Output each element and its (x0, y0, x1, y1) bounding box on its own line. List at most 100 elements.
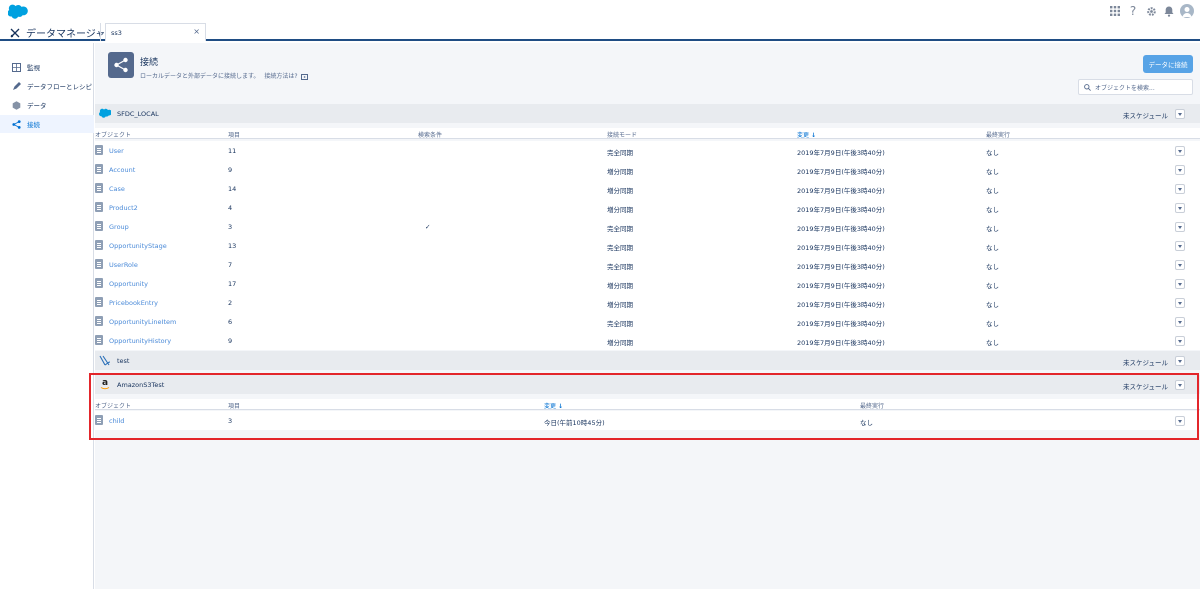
object-link[interactable]: PricebookEntry (109, 299, 158, 307)
chevron-down-icon (1178, 359, 1182, 363)
help-link[interactable]: 接続方法は? (264, 73, 297, 80)
column-header[interactable]: 接続モード (607, 130, 637, 139)
table-row[interactable]: OpportunityHistory 9 増分同期 2019年7月9日(午後3時40分… (95, 331, 1200, 350)
fields-count: 9 (228, 166, 233, 174)
last-run: なし (986, 263, 999, 271)
connection-mode: 増分同期 (607, 301, 633, 309)
last-run: なし (986, 206, 999, 214)
chevron-down-icon (1178, 187, 1182, 191)
sidebar-item-dataflows[interactable]: データフローとレシピ (0, 77, 94, 95)
chevron-down-icon (1178, 301, 1182, 305)
column-header-sorted[interactable]: 変更 ↓ (797, 130, 816, 139)
table-row[interactable]: OpportunityStage 13 完全同期 2019年7月9日(午後3時40分)… (95, 236, 1200, 255)
app-launcher-icon[interactable] (1108, 3, 1122, 19)
sidebar: 監視 データフローとレシピ データ 接続 (0, 43, 94, 589)
row-menu-button[interactable] (1175, 336, 1185, 346)
changed-date: 2019年7月9日(午後3時40分) (797, 301, 885, 309)
row-menu-button[interactable] (1175, 260, 1185, 270)
connection-mode: 完全同期 (607, 320, 633, 328)
object-icon (95, 164, 103, 174)
chevron-down-icon (1178, 149, 1182, 153)
column-header[interactable]: 最終実行 (986, 130, 1010, 139)
column-header-row: オブジェクト 項目 検索条件 接続モード 変更 ↓ 最終実行 (95, 128, 1200, 139)
hexagon-icon (12, 100, 21, 110)
table-row[interactable]: Opportunity 17 増分同期 2019年7月9日(午後3時40分) なし (95, 274, 1200, 293)
changed-date: 2019年7月9日(午後3時40分) (797, 282, 885, 290)
last-run: なし (986, 320, 999, 328)
changed-date: 2019年7月9日(午後3時40分) (797, 225, 885, 233)
row-menu-button[interactable] (1175, 298, 1185, 308)
share-icon (12, 119, 21, 129)
sidebar-item-label: データ (27, 102, 47, 110)
table-row[interactable]: User 11 完全同期 2019年7月9日(午後3時40分) なし (95, 141, 1200, 160)
help-icon[interactable]: ? (1126, 3, 1140, 19)
row-menu-button[interactable] (1175, 241, 1185, 251)
object-link[interactable]: OpportunityStage (109, 242, 167, 250)
connection-mode: 増分同期 (607, 339, 633, 347)
connection-header-sfdc-local[interactable]: SFDC_LOCAL 未スケジュール (95, 104, 1200, 123)
object-link[interactable]: User (109, 147, 124, 155)
connection-menu-button[interactable] (1175, 356, 1185, 366)
last-run: なし (986, 168, 999, 176)
object-link[interactable]: OpportunityLineItem (109, 318, 176, 326)
sidebar-item-connect[interactable]: 接続 (0, 115, 94, 133)
close-icon[interactable]: × (193, 27, 200, 36)
connection-mode: 増分同期 (607, 282, 633, 290)
table-row[interactable]: Product2 4 増分同期 2019年7月9日(午後3時40分) なし (95, 198, 1200, 217)
connection-mode: 増分同期 (607, 187, 633, 195)
connection-mode: 増分同期 (607, 206, 633, 214)
sidebar-item-monitor[interactable]: 監視 (0, 58, 94, 76)
row-menu-button[interactable] (1175, 184, 1185, 194)
page-title: 接続 (140, 58, 159, 68)
row-menu-button[interactable] (1175, 222, 1185, 232)
salesforce-logo-icon[interactable] (8, 4, 30, 19)
connector-icon (99, 355, 111, 366)
table-row[interactable]: Group 3 ✓ 完全同期 2019年7月9日(午後3時40分) なし (95, 217, 1200, 236)
table-row[interactable]: PricebookEntry 2 増分同期 2019年7月9日(午後3時40分) なし (95, 293, 1200, 312)
changed-date: 2019年7月9日(午後3時40分) (797, 244, 885, 252)
changed-date: 2019年7月9日(午後3時40分) (797, 149, 885, 157)
column-header[interactable]: 検索条件 (418, 130, 442, 139)
bell-icon[interactable] (1162, 3, 1176, 19)
table-row[interactable]: UserRole 7 完全同期 2019年7月9日(午後3時40分) なし (95, 255, 1200, 274)
search-input[interactable]: オブジェクトを検索... (1078, 79, 1193, 95)
row-menu-button[interactable] (1175, 203, 1185, 213)
sidebar-item-label: 接続 (27, 121, 40, 129)
object-link[interactable]: UserRole (109, 261, 138, 269)
monitor-icon (12, 62, 21, 72)
table-row[interactable]: OpportunityLineItem 6 完全同期 2019年7月9日(午後3時40… (95, 312, 1200, 331)
connection-header-test[interactable]: test 未スケジュール (95, 351, 1200, 370)
object-link[interactable]: Opportunity (109, 280, 148, 288)
connect-data-button[interactable]: データに接続 (1143, 55, 1193, 73)
connection-name: SFDC_LOCAL (117, 110, 159, 118)
schedule-status[interactable]: 未スケジュール (1123, 110, 1168, 120)
tab-ss3[interactable]: ss3 × (105, 23, 206, 41)
column-header[interactable]: 項目 (228, 130, 240, 139)
connection-menu-button[interactable] (1175, 109, 1185, 119)
divider (100, 23, 101, 41)
row-menu-button[interactable] (1175, 165, 1185, 175)
video-icon[interactable]: ▸ (301, 73, 309, 80)
object-link[interactable]: Account (109, 166, 135, 174)
chevron-down-icon (1178, 282, 1182, 286)
row-menu-button[interactable] (1175, 279, 1185, 289)
row-menu-button[interactable] (1175, 146, 1185, 156)
gear-icon[interactable] (1144, 3, 1158, 19)
table-row[interactable]: Case 14 増分同期 2019年7月9日(午後3時40分) なし (95, 179, 1200, 198)
schedule-status[interactable]: 未スケジュール (1123, 357, 1168, 367)
object-link[interactable]: Case (109, 185, 125, 193)
last-run: なし (986, 225, 999, 233)
object-link[interactable]: Group (109, 223, 129, 231)
changed-date: 2019年7月9日(午後3時40分) (797, 206, 885, 214)
sidebar-item-data[interactable]: データ (0, 96, 94, 114)
avatar[interactable] (1180, 4, 1194, 18)
column-header[interactable]: オブジェクト (95, 130, 131, 139)
arrow-down-icon: ↓ (810, 132, 816, 139)
table-row[interactable]: Account 9 増分同期 2019年7月9日(午後3時40分) なし (95, 160, 1200, 179)
row-menu-button[interactable] (1175, 317, 1185, 327)
fields-count: 13 (228, 242, 237, 250)
app-title[interactable]: データマネージャ (10, 25, 105, 40)
filter-check: ✓ (425, 223, 431, 231)
object-link[interactable]: Product2 (109, 204, 138, 212)
object-link[interactable]: OpportunityHistory (109, 337, 171, 345)
